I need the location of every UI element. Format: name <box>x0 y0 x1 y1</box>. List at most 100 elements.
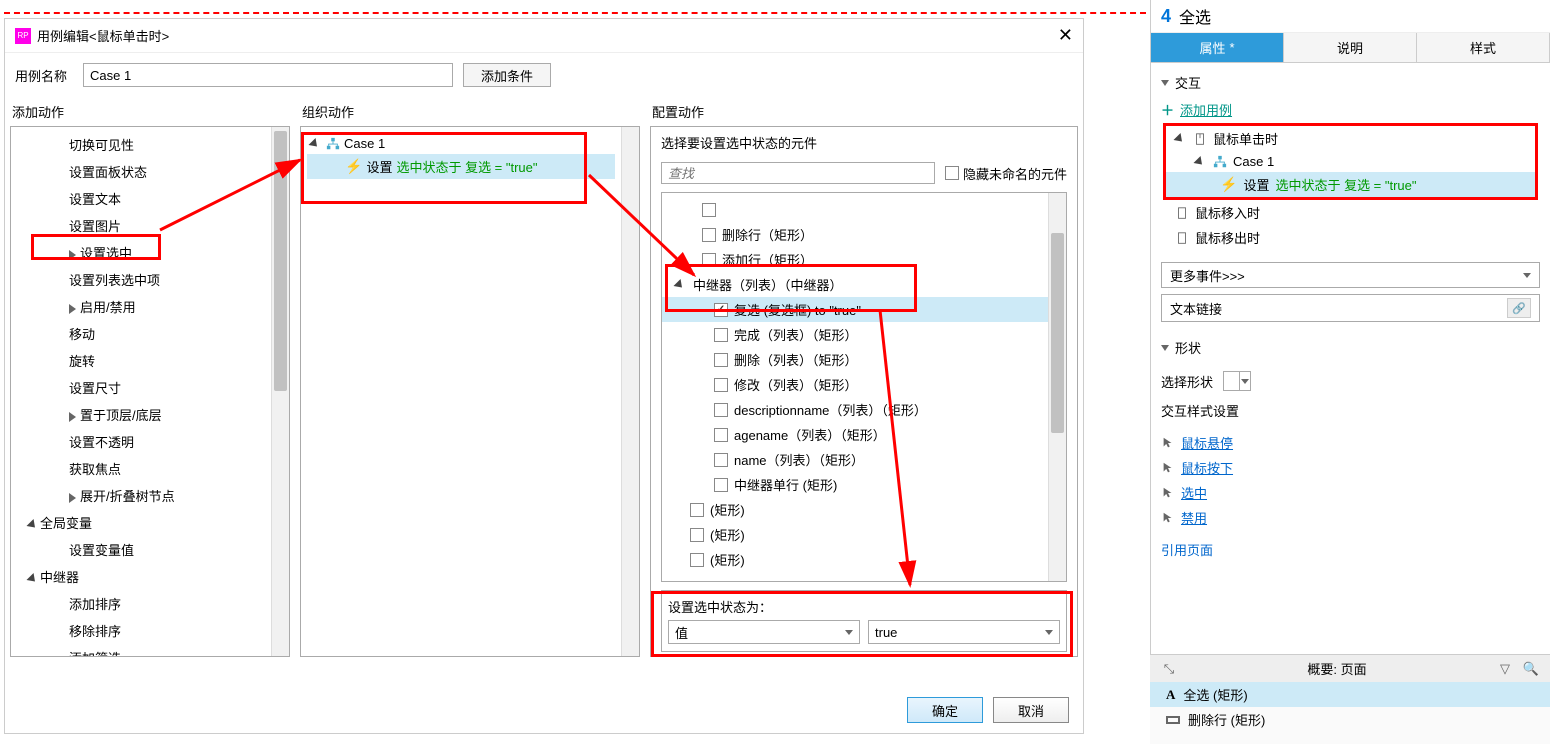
chevron-down-icon <box>1523 273 1531 278</box>
axure-icon: RP <box>15 28 31 44</box>
action-tree[interactable]: 切换可见性 设置面板状态 设置文本 设置图片 设置选中 设置列表选中项 启用/禁… <box>11 127 271 656</box>
action-item[interactable]: 切换可见性 <box>11 131 271 158</box>
tab-style[interactable]: 样式 <box>1417 33 1550 62</box>
value-dropdown[interactable]: true <box>868 620 1060 644</box>
outline-item[interactable]: A全选 (矩形) <box>1150 682 1550 707</box>
tab-properties[interactable]: 属性* <box>1151 33 1284 62</box>
action-item[interactable]: 置于顶层/底层 <box>11 401 271 428</box>
mouse-icon <box>1175 231 1189 245</box>
widget-item[interactable]: 完成（列表）（矩形） <box>662 322 1048 347</box>
widget-item-checked[interactable]: 复选 (复选框) to "true" <box>662 297 1048 322</box>
cursor-icon <box>1161 486 1175 500</box>
rect-icon <box>1166 716 1180 724</box>
style-disabled[interactable]: 禁用 <box>1161 505 1540 530</box>
inspector-tabs: 属性* 说明 样式 <box>1151 33 1550 63</box>
search-icon[interactable]: 🔍 <box>1522 660 1540 678</box>
collapse-icon[interactable]: ⤡ <box>1160 660 1178 678</box>
more-events-dropdown[interactable]: 更多事件>>> <box>1161 262 1540 288</box>
case-label: Case 1 <box>344 136 385 151</box>
cancel-button[interactable]: 取消 <box>993 697 1069 723</box>
action-item[interactable]: 添加筛选 <box>11 644 271 656</box>
action-item[interactable]: 添加排序 <box>11 590 271 617</box>
inspector-panel: 4 全选 属性* 说明 样式 交互 ＋添加用例 鼠标单击时 Case 1 ⚡ 设… <box>1150 0 1550 744</box>
org-action-header: 组织动作 <box>300 97 640 126</box>
set-state-label: 设置选中状态为： <box>668 597 1060 616</box>
outline-panel: ⤡ 概要: 页面 ▽ 🔍 A全选 (矩形) 删除行 (矩形) <box>1150 654 1550 744</box>
widget-item[interactable]: (矩形) <box>662 547 1048 572</box>
widget-item[interactable]: (矩形) <box>662 497 1048 522</box>
widget-group[interactable]: 中继器（列表）（中继器） <box>662 272 1048 297</box>
widget-item[interactable]: 修改（列表）（矩形） <box>662 372 1048 397</box>
action-item[interactable]: 设置图片 <box>11 212 271 239</box>
widget-item[interactable]: descriptionname（列表）（矩形） <box>662 397 1048 422</box>
search-input[interactable] <box>661 162 935 184</box>
value-type-dropdown[interactable]: 值 <box>668 620 860 644</box>
selection-name: 全选 <box>1179 4 1211 28</box>
dialog-title-text: 用例编辑<鼠标单击时> <box>37 26 169 45</box>
ref-page-section: 引用页面 <box>1151 534 1550 565</box>
widget-item[interactable]: 全选（矩形） <box>662 197 1048 222</box>
action-row[interactable]: ⚡ 设置 选中状态于 复选 = "true" <box>1166 172 1535 197</box>
style-press[interactable]: 鼠标按下 <box>1161 455 1540 480</box>
scrollbar[interactable] <box>621 127 639 656</box>
scrollbar[interactable] <box>1048 193 1066 581</box>
add-case-link[interactable]: ＋添加用例 <box>1161 96 1540 123</box>
widget-item[interactable]: 删除行（矩形） <box>662 222 1048 247</box>
add-condition-button[interactable]: 添加条件 <box>463 63 551 87</box>
widget-item[interactable]: agename（列表）（矩形） <box>662 422 1048 447</box>
set-state-section: 设置选中状态为： 值 true <box>661 590 1067 652</box>
action-item[interactable]: 旋转 <box>11 347 271 374</box>
case-node[interactable]: Case 1 <box>307 133 615 154</box>
outline-item[interactable]: 删除行 (矩形) <box>1150 707 1550 732</box>
add-action-panel: 切换可见性 设置面板状态 设置文本 设置图片 设置选中 设置列表选中项 启用/禁… <box>10 126 290 657</box>
action-item[interactable]: 获取焦点 <box>11 455 271 482</box>
interactions-section[interactable]: 交互 <box>1161 69 1540 96</box>
widget-item[interactable]: name（列表）（矩形） <box>662 447 1048 472</box>
case-node[interactable]: Case 1 <box>1166 151 1535 172</box>
widget-tree[interactable]: 全选（矩形） 删除行（矩形） 添加行（矩形） 中继器（列表）（中继器） 复选 (… <box>662 193 1048 581</box>
ok-button[interactable]: 确定 <box>907 697 983 723</box>
filter-icon[interactable]: ▽ <box>1496 660 1514 678</box>
action-node[interactable]: ⚡ 设置 选中状态于 复选 = "true" <box>307 154 615 179</box>
lightning-icon: ⚡ <box>345 158 362 175</box>
select-shape-label: 选择形状 <box>1161 372 1213 391</box>
action-item[interactable]: 设置尺寸 <box>11 374 271 401</box>
widget-item[interactable]: (矩形) <box>662 522 1048 547</box>
action-item[interactable]: 展开/折叠树节点 <box>11 482 271 509</box>
mouse-icon <box>1193 132 1207 146</box>
event-mouse-leave[interactable]: 鼠标移出时 <box>1161 225 1540 250</box>
text-link-section: 文本链接 🔗 <box>1161 294 1540 322</box>
action-item[interactable]: 设置文本 <box>11 185 271 212</box>
action-item[interactable]: 设置面板状态 <box>11 158 271 185</box>
dialog-titlebar: RP 用例编辑<鼠标单击时> ✕ <box>5 19 1083 53</box>
action-item[interactable]: 设置不透明 <box>11 428 271 455</box>
repeater-group[interactable]: 中继器 <box>11 563 271 590</box>
chevron-down-icon <box>845 630 853 635</box>
scrollbar[interactable] <box>271 127 289 656</box>
widget-item[interactable]: 删除（列表）（矩形） <box>662 347 1048 372</box>
event-mouse-click[interactable]: 鼠标单击时 <box>1166 126 1535 151</box>
widget-item[interactable]: 中继器单行 (矩形) <box>662 472 1048 497</box>
tab-notes[interactable]: 说明 <box>1284 33 1417 62</box>
shape-picker[interactable] <box>1223 371 1251 391</box>
sitemap-icon <box>326 137 340 151</box>
shape-section[interactable]: 形状 <box>1161 334 1540 361</box>
action-item[interactable]: 移动 <box>11 320 271 347</box>
hide-unnamed-checkbox[interactable]: 隐藏未命名的元件 <box>945 164 1067 183</box>
outline-title: 概要: 页面 <box>1186 659 1488 678</box>
style-hover[interactable]: 鼠标悬停 <box>1161 430 1540 455</box>
style-selected[interactable]: 选中 <box>1161 480 1540 505</box>
action-item[interactable]: 设置列表选中项 <box>11 266 271 293</box>
case-name-label: 用例名称 <box>15 66 73 85</box>
action-item[interactable]: 设置变量值 <box>11 536 271 563</box>
close-icon[interactable]: ✕ <box>1058 25 1073 46</box>
case-name-input[interactable] <box>83 63 453 87</box>
cursor-icon <box>1161 511 1175 525</box>
action-item[interactable]: 启用/禁用 <box>11 293 271 320</box>
global-var-group[interactable]: 全局变量 <box>11 509 271 536</box>
link-icon[interactable]: 🔗 <box>1507 298 1531 318</box>
action-item[interactable]: 移除排序 <box>11 617 271 644</box>
action-set-selected[interactable]: 设置选中 <box>11 239 271 266</box>
event-mouse-enter[interactable]: 鼠标移入时 <box>1161 200 1540 225</box>
widget-item[interactable]: 添加行（矩形） <box>662 247 1048 272</box>
